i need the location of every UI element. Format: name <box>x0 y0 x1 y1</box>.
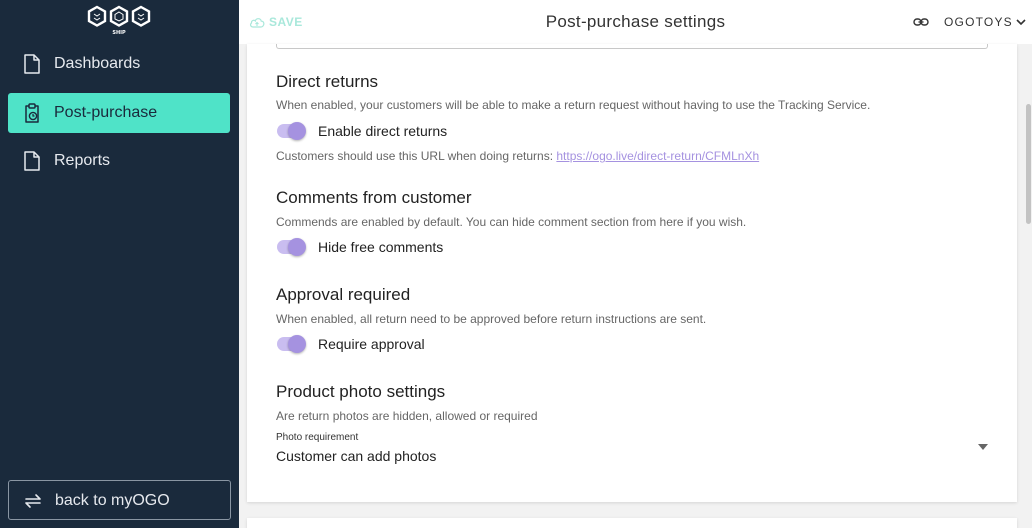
ogo-ship-logo[interactable]: SHIP <box>86 5 152 37</box>
account-menu[interactable]: OGOTOYS <box>944 15 1026 29</box>
scrollbar[interactable] <box>1024 44 1032 528</box>
select-label: Photo requirement <box>276 432 359 443</box>
sidebar-item-dashboards[interactable]: Dashboards <box>8 44 230 84</box>
back-to-myogo-button[interactable]: back to myOGO <box>8 480 231 520</box>
section-desc-approval: When enabled, all return need to be appr… <box>276 312 707 326</box>
sidebar-item-reports[interactable]: Reports <box>8 141 230 181</box>
previous-field-bottom <box>276 44 988 49</box>
swap-arrows-icon <box>25 494 41 508</box>
section-desc-comments: Commends are enabled by default. You can… <box>276 215 747 229</box>
svg-text:SHIP: SHIP <box>112 30 126 36</box>
sidebar-item-label: Reports <box>54 152 111 169</box>
sidebar-item-post-purchase[interactable]: Post-purchase <box>8 93 230 133</box>
direct-returns-toggle-row: Enable direct returns <box>276 121 447 141</box>
direct-return-link[interactable]: https://ogo.live/direct-return/CFMLnXh <box>556 149 759 163</box>
document-icon <box>24 151 40 171</box>
top-bar: SAVE Post-purchase settings OGOTOYS <box>239 0 1032 44</box>
sidebar-item-label: Post-purchase <box>54 104 158 121</box>
account-label: OGOTOYS <box>944 15 1013 29</box>
sidebar-item-label: Dashboards <box>54 55 141 72</box>
select-value: Customer can add photos <box>276 448 437 464</box>
dropdown-arrow-icon <box>978 444 988 450</box>
scroll-thumb[interactable] <box>1026 104 1031 224</box>
sidebar: SHIP Dashboards Post-purchase Reports ba… <box>0 0 239 528</box>
next-card <box>247 518 1017 528</box>
clipboard-clock-icon <box>25 103 39 123</box>
direct-return-url-line: Customers should use this URL when doing… <box>276 149 759 163</box>
hide-comments-toggle[interactable] <box>276 237 306 257</box>
section-desc-photos: Are return photos are hidden, allowed or… <box>276 409 538 423</box>
link-icon[interactable] <box>913 14 929 30</box>
section-desc-direct-returns: When enabled, your customers will be abl… <box>276 98 871 112</box>
toggle-label: Require approval <box>318 336 425 352</box>
require-approval-toggle-row: Require approval <box>276 334 425 354</box>
section-title-comments: Comments from customer <box>276 188 472 207</box>
section-title-approval: Approval required <box>276 285 411 304</box>
section-title-photos: Product photo settings <box>276 382 446 401</box>
direct-returns-toggle[interactable] <box>276 121 306 141</box>
section-title-direct-returns: Direct returns <box>276 72 379 91</box>
require-approval-toggle[interactable] <box>276 334 306 354</box>
hide-comments-toggle-row: Hide free comments <box>276 237 443 257</box>
settings-card: Direct returns When enabled, your custom… <box>247 44 1017 502</box>
toggle-label: Enable direct returns <box>318 123 448 139</box>
back-button-label: back to myOGO <box>55 492 170 509</box>
url-prefix: Customers should use this URL when doing… <box>276 149 554 163</box>
document-icon <box>24 54 40 74</box>
toggle-label: Hide free comments <box>318 239 444 255</box>
chevron-down-icon <box>1016 19 1026 26</box>
